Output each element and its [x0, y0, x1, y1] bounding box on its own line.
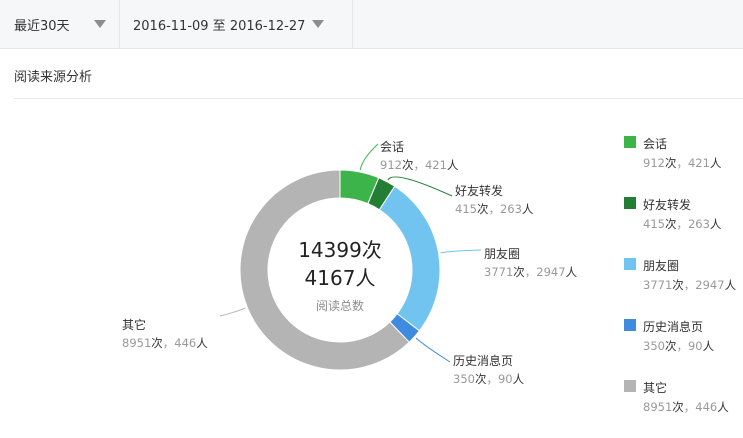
filter-bar: 最近30天 2016-11-09 至 2016-12-27: [0, 0, 743, 49]
range-select[interactable]: 最近30天: [0, 0, 120, 48]
unit: 人: [702, 339, 715, 353]
unit: 人: [724, 278, 737, 292]
unit: 次: [664, 217, 677, 231]
divider: [14, 98, 743, 99]
unit: 人: [717, 400, 729, 414]
leader-line-moments: [440, 249, 482, 254]
legend-name: 其它: [643, 381, 668, 395]
date-range-select[interactable]: 2016-11-09 至 2016-12-27: [121, 0, 353, 48]
legend-name: 朋友圈: [643, 259, 680, 273]
legend-times: 3771: [643, 278, 673, 292]
chart-label-name: 历史消息页: [453, 354, 514, 368]
chart-label-people: 263: [499, 202, 522, 216]
unit: 次: [151, 336, 163, 350]
chart-label-name: 朋友圈: [484, 247, 521, 261]
legend-people: 446: [695, 400, 718, 414]
legend-people: 263: [687, 217, 710, 231]
chart-label-name: 会话: [380, 140, 405, 154]
chart-label-conversation: 会话 912次，421人: [380, 140, 459, 172]
legend-swatch: [624, 258, 636, 270]
chart-label-name: 其它: [122, 318, 147, 332]
leader-line-other: [219, 307, 246, 317]
legend-people: 421: [687, 156, 710, 170]
chart-label-people: 421: [424, 158, 447, 172]
chart-label-times: 912: [380, 158, 402, 172]
legend-times: 415: [643, 217, 665, 231]
legend-people: 90: [687, 339, 703, 353]
chart-label-times: 8951: [122, 336, 152, 350]
chart-label-times: 3771: [484, 265, 514, 279]
unit: 次: [672, 400, 684, 414]
legend-name: 会话: [643, 137, 668, 151]
unit: 人: [709, 217, 722, 231]
center-total-times: 14399次: [298, 238, 382, 262]
legend-swatch: [624, 197, 636, 209]
chart-label-moments: 朋友圈 3771次，2947人: [484, 247, 578, 279]
chart-label-friend-forward: 好友转发 415次，263人: [455, 184, 534, 216]
center-total-people: 4167人: [304, 266, 376, 290]
unit: 人: [565, 265, 578, 279]
chart-label-people: 2947: [536, 265, 566, 279]
unit: 次: [664, 156, 677, 170]
unit: 次: [513, 265, 525, 279]
unit: 次: [401, 158, 414, 172]
leader-line-conversation: [359, 143, 379, 171]
section-title: 阅读来源分析: [14, 70, 93, 85]
legend-times: 912: [643, 156, 665, 170]
caret-down-icon: [312, 20, 325, 28]
legend-swatch: [624, 136, 636, 148]
legend-times: 350: [643, 339, 665, 353]
unit: 次: [672, 278, 684, 292]
range-select-value: 最近30天: [14, 18, 70, 34]
chart-label-name: 好友转发: [455, 184, 504, 198]
chart-label-history: 历史消息页 350次，90人: [453, 354, 525, 386]
unit: 次: [476, 202, 489, 216]
chart-label-times: 415: [455, 202, 477, 216]
unit: 次: [474, 372, 487, 386]
legend-times: 8951: [643, 400, 673, 414]
unit: 次: [664, 339, 677, 353]
unit: 人: [196, 336, 208, 350]
unit: 人: [709, 156, 722, 170]
legend-swatch: [624, 380, 636, 392]
chart-label-other: 其它 8951次，446人: [122, 318, 208, 350]
caret-down-icon: [93, 20, 106, 28]
center-label: 阅读总数: [315, 299, 364, 313]
legend-name: 历史消息页: [643, 320, 704, 334]
unit: 人: [512, 372, 525, 386]
unit: 人: [446, 158, 459, 172]
unit: 人: [521, 202, 534, 216]
chart-label-people: 446: [174, 336, 197, 350]
legend-people: 2947: [695, 278, 725, 292]
source-donut-chart: 14399次 4167人 阅读总数 会话 912次，421人 好友转发 415次…: [0, 100, 600, 434]
leader-line-history: [415, 337, 451, 363]
date-range-value: 2016-11-09 至 2016-12-27: [133, 18, 306, 34]
chart-label-people: 90: [497, 372, 513, 386]
chart-label-times: 350: [453, 372, 475, 386]
legend-swatch: [624, 319, 636, 331]
legend-name: 好友转发: [643, 198, 692, 212]
